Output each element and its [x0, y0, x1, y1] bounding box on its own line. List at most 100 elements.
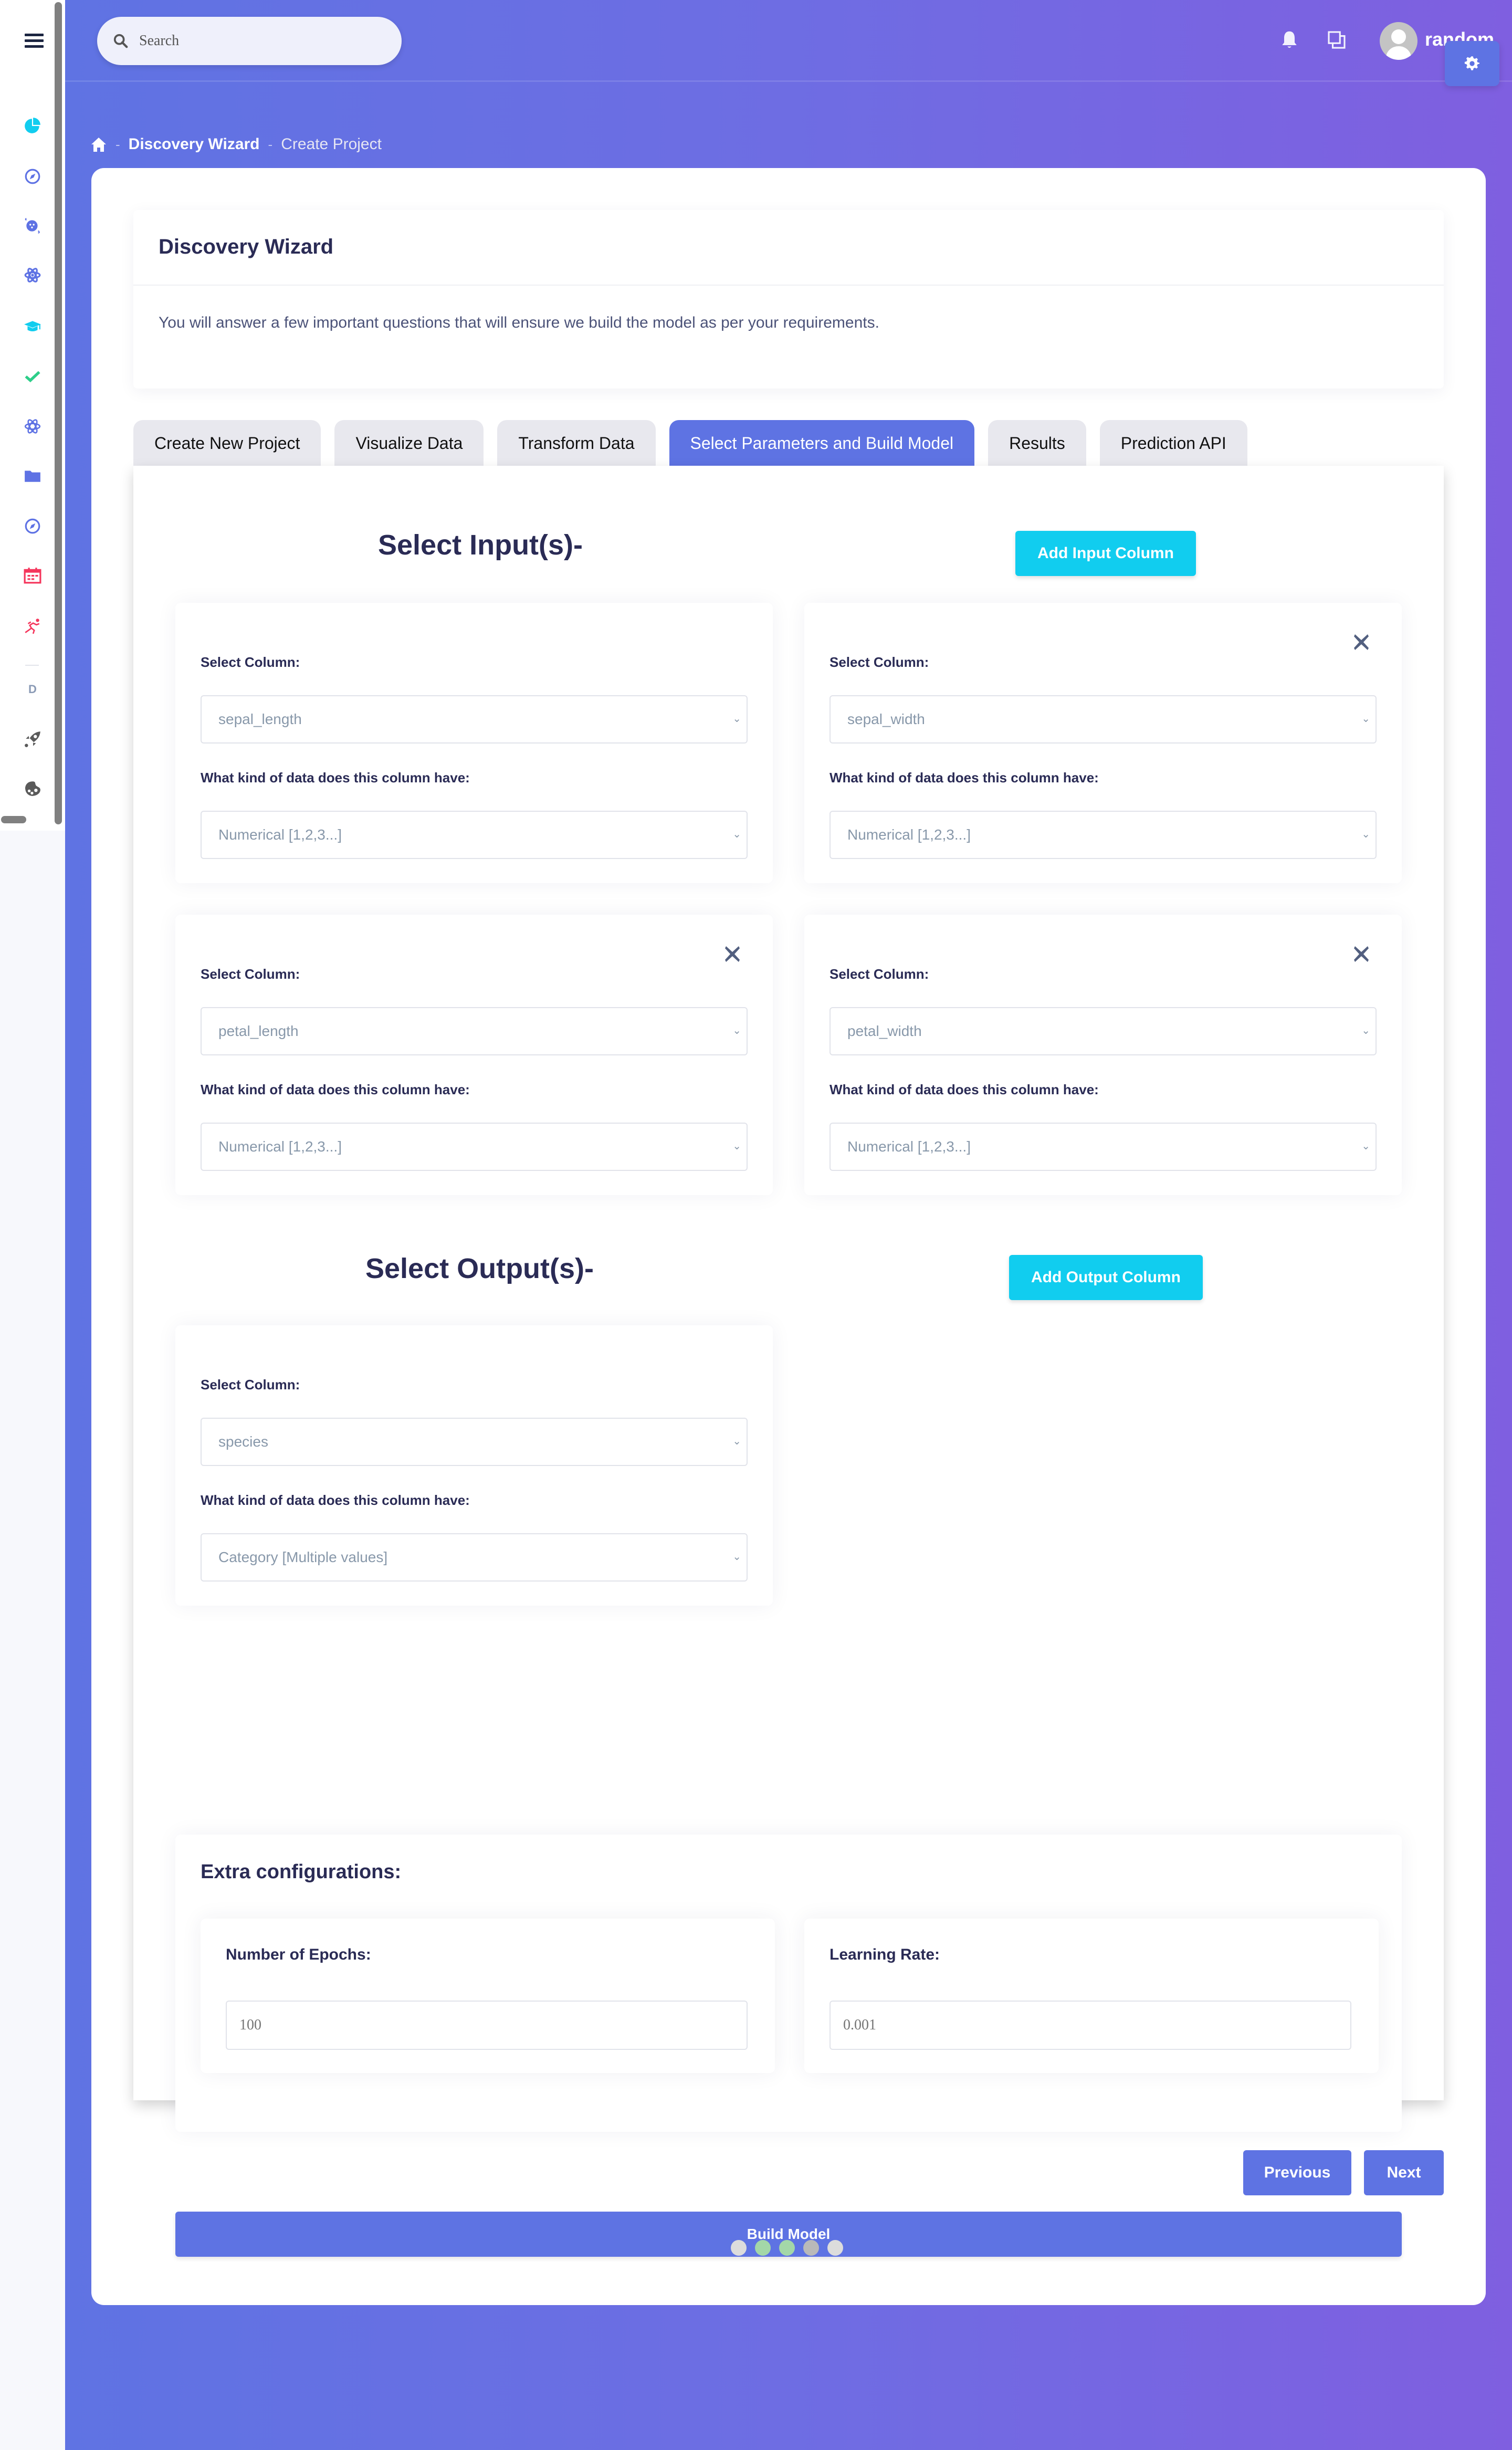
epochs-card: Number of Epochs:: [201, 1919, 775, 2073]
data-kind-label: What kind of data does this column have:: [201, 770, 470, 786]
data-type-select[interactable]: Numerical [1,2,3...] ⌄: [201, 1123, 748, 1171]
column-select-value: sepal_length: [218, 711, 302, 727]
breadcrumb-discovery-wizard[interactable]: Discovery Wizard: [129, 135, 260, 153]
remove-column-icon[interactable]: [1353, 945, 1369, 963]
wizard-tabs: Create New Project Visualize Data Transf…: [133, 420, 1247, 466]
progress-dot-done: [755, 2240, 771, 2256]
atom-icon[interactable]: [21, 264, 44, 287]
input-column-card: Select Column: sepal_width ⌄ What kind of…: [804, 603, 1402, 883]
vertical-scrollbar[interactable]: [55, 2, 62, 824]
horizontal-scrollbar[interactable]: [1, 816, 26, 823]
wizard-description: You will answer a few important question…: [159, 314, 879, 331]
progress-dot-pending: [827, 2240, 843, 2256]
main-card: Discovery Wizard You will answer a few i…: [91, 168, 1486, 2305]
check-icon[interactable]: [21, 364, 44, 388]
column-select[interactable]: petal_length ⌄: [201, 1007, 748, 1055]
outputs-heading: Select Output(s)-: [365, 1253, 594, 1284]
select-column-label: Select Column:: [201, 654, 300, 670]
epochs-input[interactable]: [226, 2001, 748, 2050]
add-input-column-button[interactable]: Add Input Column: [1015, 531, 1196, 576]
avatar[interactable]: [1380, 22, 1418, 60]
compass-icon[interactable]: [21, 165, 44, 188]
user-avatar-icon: [1386, 29, 1411, 60]
folder-icon[interactable]: [21, 464, 44, 487]
learning-rate-input[interactable]: [830, 2001, 1351, 2050]
column-select[interactable]: petal_width ⌄: [830, 1007, 1377, 1055]
tab-transform-data[interactable]: Transform Data: [497, 420, 656, 466]
data-kind-label: What kind of data does this column have:: [830, 1082, 1099, 1097]
progress-dot-pending: [731, 2240, 747, 2256]
palette-icon[interactable]: [21, 777, 44, 800]
data-type-select-value: Numerical [1,2,3...]: [218, 1138, 342, 1155]
column-select-value: sepal_width: [847, 711, 925, 727]
remove-column-icon[interactable]: [724, 945, 740, 963]
next-button[interactable]: Next: [1364, 2150, 1444, 2195]
divider: [133, 285, 1444, 286]
column-select-value: petal_width: [847, 1023, 922, 1039]
previous-button[interactable]: Previous: [1243, 2150, 1351, 2195]
calendar-icon[interactable]: [21, 564, 44, 587]
chevron-down-icon: ⌄: [1361, 829, 1370, 840]
remove-column-icon[interactable]: [1353, 633, 1369, 651]
bell-icon[interactable]: [1279, 29, 1300, 50]
running-icon[interactable]: [21, 614, 44, 637]
tab-create-new-project[interactable]: Create New Project: [133, 420, 321, 466]
tab-prediction-api[interactable]: Prediction API: [1099, 420, 1247, 466]
progress-dot-current: [803, 2240, 819, 2256]
window-restore-icon[interactable]: [1326, 29, 1347, 50]
select-column-label: Select Column:: [201, 1377, 300, 1392]
home-icon[interactable]: [90, 137, 107, 152]
extra-configurations-card: Extra configurations: Number of Epochs: …: [175, 1835, 1402, 2132]
compass-icon[interactable]: [21, 515, 44, 538]
planet-icon[interactable]: [21, 214, 44, 237]
search-bar[interactable]: [97, 17, 402, 65]
tab-panel: Select Input(s)- Add Input Column Select…: [133, 466, 1444, 2257]
menu-toggle-icon[interactable]: [25, 34, 44, 48]
select-column-label: Select Column:: [201, 966, 300, 982]
sidebar-footer-area: [0, 831, 65, 2450]
sidebar-section-letter: D: [28, 683, 37, 696]
atom-icon[interactable]: [21, 415, 44, 438]
wizard-progress-dots: [731, 2240, 843, 2256]
data-type-select[interactable]: Category [Multiple values] ⌄: [201, 1533, 748, 1582]
settings-button[interactable]: [1445, 41, 1499, 86]
data-kind-label: What kind of data does this column have:: [830, 770, 1099, 786]
data-kind-label: What kind of data does this column have:: [201, 1082, 470, 1097]
column-select[interactable]: sepal_width ⌄: [830, 695, 1377, 744]
tab-results[interactable]: Results: [988, 420, 1086, 466]
column-select[interactable]: sepal_length ⌄: [201, 695, 748, 744]
extra-configurations-title: Extra configurations:: [201, 1861, 402, 1883]
chevron-down-icon: ⌄: [732, 829, 741, 840]
graduation-cap-icon[interactable]: [21, 315, 44, 338]
wizard-title: Discovery Wizard: [159, 235, 334, 258]
tab-select-parameters[interactable]: Select Parameters and Build Model: [669, 420, 975, 466]
learning-rate-label: Learning Rate:: [830, 1946, 940, 1963]
data-type-select-value: Numerical [1,2,3...]: [847, 1138, 971, 1155]
search-icon: [113, 34, 128, 48]
breadcrumb-current: Create Project: [281, 135, 382, 153]
input-column-card: Select Column: sepal_length ⌄ What kind o…: [175, 603, 773, 883]
rocket-icon[interactable]: [21, 728, 44, 751]
chevron-down-icon: ⌄: [732, 1551, 741, 1563]
select-column-label: Select Column:: [830, 966, 929, 982]
chevron-down-icon: ⌄: [732, 713, 741, 725]
data-type-select-value: Numerical [1,2,3...]: [218, 826, 342, 843]
data-type-select[interactable]: Numerical [1,2,3...] ⌄: [201, 811, 748, 859]
column-select[interactable]: species ⌄: [201, 1418, 748, 1466]
add-output-column-button[interactable]: Add Output Column: [1009, 1255, 1203, 1300]
tab-visualize-data[interactable]: Visualize Data: [334, 420, 484, 466]
search-input[interactable]: [139, 33, 381, 49]
epochs-label: Number of Epochs:: [226, 1946, 371, 1963]
top-navbar: random: [65, 0, 1512, 82]
data-type-select-value: Numerical [1,2,3...]: [847, 826, 971, 843]
data-type-select[interactable]: Numerical [1,2,3...] ⌄: [830, 1123, 1377, 1171]
breadcrumb-separator: -: [116, 136, 120, 152]
wizard-intro-card: Discovery Wizard You will answer a few i…: [133, 210, 1444, 389]
output-column-card: Select Column: species ⌄ What kind of dat…: [175, 1325, 773, 1606]
chevron-down-icon: ⌄: [1361, 713, 1370, 725]
data-type-select[interactable]: Numerical [1,2,3...] ⌄: [830, 811, 1377, 859]
gear-icon: [1464, 56, 1480, 70]
pie-chart-icon[interactable]: [21, 114, 44, 138]
select-column-label: Select Column:: [830, 654, 929, 670]
breadcrumb-separator: -: [268, 136, 273, 152]
